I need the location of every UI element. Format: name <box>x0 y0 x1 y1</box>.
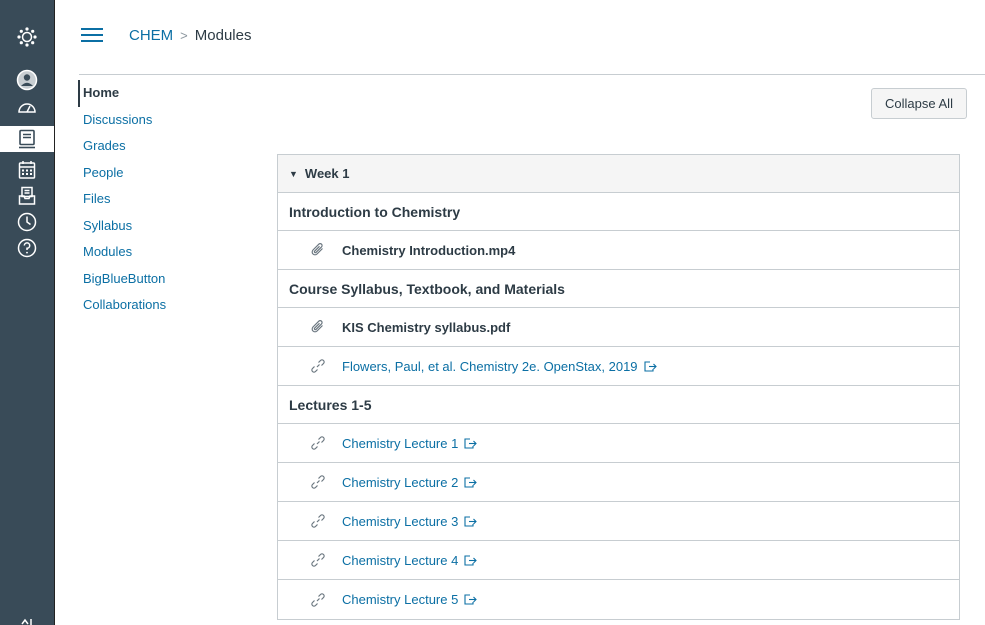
link-icon <box>308 474 328 490</box>
external-link-icon <box>464 476 478 488</box>
collapse-all-button[interactable]: Collapse All <box>871 88 967 119</box>
course-nav-grades[interactable]: Grades <box>78 133 218 160</box>
attachment-icon <box>308 319 328 335</box>
calendar-icon[interactable] <box>0 157 54 183</box>
course-nav-bigbluebutton[interactable]: BigBlueButton <box>78 266 218 293</box>
course-nav-syllabus[interactable]: Syllabus <box>78 213 218 240</box>
breadcrumb-course-link[interactable]: CHEM <box>129 27 173 44</box>
external-link-icon <box>464 437 478 449</box>
caret-down-icon: ▼ <box>289 168 298 179</box>
module-week-1: ▼ Week 1 Introduction to Chemistry Chemi… <box>277 154 960 620</box>
courses-icon[interactable] <box>0 126 54 152</box>
module-title: Week 1 <box>304 166 350 181</box>
header-divider <box>79 74 985 75</box>
breadcrumb-current-page: Modules <box>194 27 252 44</box>
link-icon <box>308 358 328 374</box>
module-item: Chemistry Lecture 4 <box>278 541 959 580</box>
module-item-link[interactable]: Flowers, Paul, et al. Chemistry 2e. Open… <box>342 359 638 374</box>
course-nav: Home Discussions Grades People Files Syl… <box>78 80 218 319</box>
module-item: Chemistry Introduction.mp4 <box>278 231 959 270</box>
module-item: Chemistry Lecture 5 <box>278 580 959 619</box>
page-header: CHEM > Modules <box>56 0 985 74</box>
module-item-title[interactable]: Chemistry Introduction.mp4 <box>342 243 515 258</box>
module-subheader: Lectures 1-5 <box>278 386 959 424</box>
external-link-icon <box>464 594 478 605</box>
course-nav-people[interactable]: People <box>78 160 218 187</box>
course-nav-files[interactable]: Files <box>78 186 218 213</box>
external-link-icon <box>464 515 478 527</box>
link-icon <box>308 552 328 568</box>
module-item: Flowers, Paul, et al. Chemistry 2e. Open… <box>278 347 959 386</box>
module-item-link[interactable]: Chemistry Lecture 4 <box>342 553 458 568</box>
module-item: KIS Chemistry syllabus.pdf <box>278 308 959 347</box>
module-item: Chemistry Lecture 1 <box>278 424 959 463</box>
module-subheader: Introduction to Chemistry <box>278 193 959 231</box>
canvas-logo-icon[interactable] <box>0 24 54 50</box>
module-item-link[interactable]: Chemistry Lecture 5 <box>342 592 458 607</box>
module-item: Chemistry Lecture 2 <box>278 463 959 502</box>
link-icon <box>308 513 328 529</box>
module-item-link[interactable]: Chemistry Lecture 3 <box>342 514 458 529</box>
link-icon <box>308 435 328 451</box>
account-icon[interactable] <box>0 67 54 93</box>
attachment-icon <box>308 242 328 258</box>
external-link-icon <box>464 554 478 566</box>
dashboard-icon[interactable] <box>0 94 54 120</box>
module-item-link[interactable]: Chemistry Lecture 2 <box>342 475 458 490</box>
help-icon[interactable] <box>0 235 54 261</box>
inbox-icon[interactable] <box>0 183 54 209</box>
module-header[interactable]: ▼ Week 1 <box>278 155 959 193</box>
course-nav-discussions[interactable]: Discussions <box>78 107 218 134</box>
external-link-icon <box>643 360 657 372</box>
breadcrumb-separator: > <box>180 28 188 43</box>
course-nav-modules[interactable]: Modules <box>78 239 218 266</box>
module-item-title[interactable]: KIS Chemistry syllabus.pdf <box>342 320 510 335</box>
module-item-link[interactable]: Chemistry Lecture 1 <box>342 436 458 451</box>
breadcrumb: CHEM > Modules <box>129 27 251 44</box>
history-icon[interactable] <box>0 209 54 235</box>
hamburger-menu-icon[interactable] <box>81 26 103 44</box>
module-item: Chemistry Lecture 3 <box>278 502 959 541</box>
collapse-nav-icon[interactable] <box>0 611 54 625</box>
link-icon <box>308 592 328 608</box>
module-subheader: Course Syllabus, Textbook, and Materials <box>278 270 959 308</box>
global-nav <box>0 0 55 625</box>
course-nav-collaborations[interactable]: Collaborations <box>78 292 218 319</box>
course-nav-home[interactable]: Home <box>78 80 218 107</box>
